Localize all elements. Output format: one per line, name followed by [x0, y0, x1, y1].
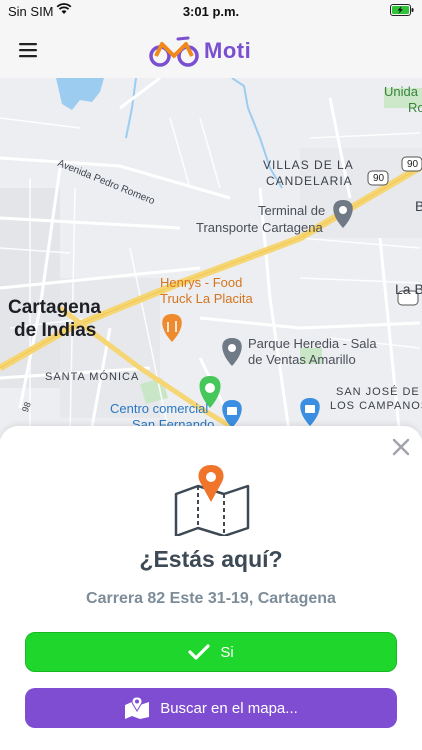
map-canvas [0, 78, 422, 438]
motorcycle-logo-icon [149, 36, 199, 67]
navigation-bar: Moti [0, 22, 422, 78]
map-label-parque-1: Parque Heredia - Sala [248, 336, 377, 351]
status-bar: Sin SIM 3:01 p.m. [0, 0, 422, 22]
address-text: Carrera 82 Este 31-19, Cartagena [86, 590, 336, 607]
map-label-henrys-1: Henrys - Food [160, 275, 243, 290]
hamburger-menu-icon[interactable] [16, 38, 40, 62]
location-confirm-sheet: ¿Estás aquí? Carrera 82 Este 31-19, Cart… [0, 426, 422, 750]
confirm-yes-label: Si [220, 643, 234, 661]
logo-text: Moti [204, 38, 252, 63]
map-label-ro: Ro [408, 100, 422, 115]
map-label-villas: VILLAS DE LA [263, 158, 354, 172]
checkmark-icon [188, 643, 210, 661]
map-label-san-jose-2: LOS CAMPANOS [330, 400, 422, 412]
map-label-cartagena-2: de Indias [14, 320, 97, 341]
search-on-map-label: Buscar en el mapa... [160, 699, 298, 717]
map-label-road-90b: 90 [407, 159, 419, 170]
map-label-centro-1: Centro comercial [110, 401, 209, 416]
close-icon[interactable] [390, 436, 412, 458]
map-label-santa-monica: SANTA MÓNICA [45, 371, 140, 383]
map-label-unida: Unida [384, 84, 418, 99]
clock: 3:01 p.m. [182, 4, 240, 19]
map-label-terminal-1: Terminal de [258, 203, 326, 218]
map-marker-icon [124, 697, 150, 719]
question-title: ¿Estás aquí? [139, 546, 283, 572]
map-label-candelaria: CANDELARIA [266, 174, 353, 188]
confirm-yes-button[interactable]: Si [25, 632, 397, 672]
map-label-b-edge: B [415, 198, 422, 214]
battery-charging-icon [390, 4, 414, 19]
map-label-henrys-2: Truck La Placita [160, 291, 253, 306]
moti-logo: Moti [148, 34, 251, 68]
map-label-terminal-2: Transporte Cartagena [196, 220, 323, 235]
map-location-icon [174, 464, 250, 538]
map-label-la-b: La B [395, 281, 422, 297]
search-on-map-button[interactable]: Buscar en el mapa... [25, 688, 397, 728]
map-view[interactable]: Unida Ro VILLAS DE LA CANDELARIA 90 90 T… [0, 78, 422, 438]
map-label-san-jose-1: SAN JOSÉ DE [336, 386, 420, 398]
map-label-parque-2: de Ventas Amarillo [248, 352, 356, 367]
map-label-road-90a: 90 [373, 173, 385, 184]
map-label-cartagena-1: Cartagena [8, 297, 101, 318]
